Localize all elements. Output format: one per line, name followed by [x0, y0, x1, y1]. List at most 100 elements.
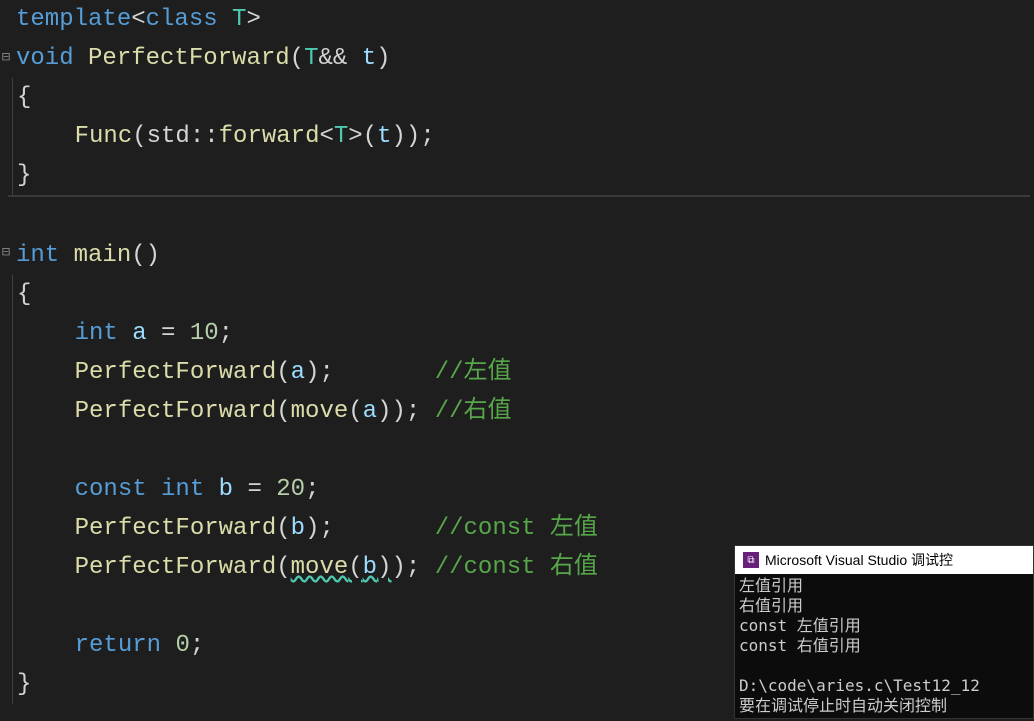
paren: ( — [348, 554, 362, 581]
debug-console-window[interactable]: ⧉ Microsoft Visual Studio 调试控 左值引用右值引用co… — [734, 545, 1034, 719]
indent — [17, 632, 75, 659]
variable: t — [362, 45, 376, 72]
console-line: 要在调试停止时自动关闭控制 — [739, 696, 1029, 716]
paren: ) — [376, 45, 390, 72]
number-literal: 0 — [175, 632, 189, 659]
semicolon: ; — [190, 632, 204, 659]
function-call: PerfectForward — [75, 398, 277, 425]
comment: //左值 — [435, 359, 512, 386]
fold-spacer — [0, 0, 12, 39]
number-literal: 10 — [190, 320, 219, 347]
paren: ( — [132, 123, 146, 150]
console-line: D:\code\aries.c\Test12_12 — [739, 676, 1029, 696]
brace: } — [17, 671, 31, 698]
console-output[interactable]: 左值引用右值引用const 左值引用const 右值引用 D:\code\ari… — [735, 574, 1033, 718]
variable: b — [291, 515, 305, 542]
operator: = — [147, 320, 190, 347]
code-line[interactable]: int a = 10; — [12, 314, 1034, 353]
angle-bracket: < — [131, 6, 145, 33]
paren: ) — [305, 359, 319, 386]
padding — [334, 359, 435, 386]
function-call: forward — [219, 123, 320, 150]
fold-gutter: ⊟ ⊟ — [0, 0, 12, 721]
paren: ) — [391, 398, 405, 425]
brace: } — [17, 162, 31, 189]
keyword-void: void — [16, 45, 74, 72]
function-name: PerfectForward — [88, 45, 290, 72]
console-line: const 左值引用 — [739, 616, 1029, 636]
fold-toggle-icon[interactable]: ⊟ — [0, 234, 12, 273]
angle-bracket: > — [246, 6, 260, 33]
comment: //右值 — [435, 398, 512, 425]
scope-operator: :: — [190, 123, 219, 150]
indent — [17, 554, 75, 581]
code-line[interactable]: template<class T> — [12, 0, 1034, 39]
paren: ( — [290, 45, 304, 72]
code-line[interactable]: } — [12, 156, 1034, 195]
fold-toggle-icon[interactable]: ⊟ — [0, 39, 12, 78]
paren: ) — [392, 123, 406, 150]
angle-bracket: < — [319, 123, 333, 150]
paren: ) — [406, 123, 420, 150]
code-line[interactable]: PerfectForward(a); //左值 — [12, 353, 1034, 392]
code-line[interactable]: PerfectForward(move(a)); //右值 — [12, 392, 1034, 431]
paren: ) — [391, 554, 405, 581]
semicolon: ; — [319, 359, 333, 386]
fold-spacer — [0, 156, 12, 195]
console-titlebar[interactable]: ⧉ Microsoft Visual Studio 调试控 — [735, 546, 1033, 574]
indent — [17, 476, 75, 503]
code-line[interactable]: Func(std::forward<T>(t)); — [12, 117, 1034, 156]
variable: a — [132, 320, 146, 347]
function-call: move — [291, 398, 349, 425]
function-call: PerfectForward — [75, 515, 277, 542]
type-param: T — [304, 45, 318, 72]
paren: ( — [363, 123, 377, 150]
semicolon: ; — [406, 398, 420, 425]
paren: () — [131, 242, 160, 269]
code-line[interactable] — [12, 197, 1034, 236]
type-param: T — [232, 6, 246, 33]
code-line[interactable] — [12, 431, 1034, 470]
comment: //const 右值 — [435, 554, 598, 581]
semicolon: ; — [406, 554, 420, 581]
console-line: 左值引用 — [739, 576, 1029, 596]
comment: //const 左值 — [435, 515, 598, 542]
code-line[interactable]: int main() — [12, 236, 1034, 275]
variable: b — [363, 554, 377, 581]
variable: a — [363, 398, 377, 425]
paren: ( — [276, 398, 290, 425]
function-name: main — [74, 242, 132, 269]
semicolon: ; — [319, 515, 333, 542]
indent — [17, 123, 75, 150]
paren: ) — [377, 398, 391, 425]
type-param: T — [334, 123, 348, 150]
keyword-template: template — [16, 6, 131, 33]
indent — [17, 515, 75, 542]
keyword-int: int — [16, 242, 59, 269]
function-call-warning: move — [291, 554, 349, 581]
code-line[interactable]: void PerfectForward(T&& t) — [12, 39, 1034, 78]
fold-spacer — [0, 117, 12, 156]
console-line: const 右值引用 — [739, 636, 1029, 656]
function-call: Func — [75, 123, 133, 150]
padding — [334, 515, 435, 542]
vs-icon: ⧉ — [743, 552, 759, 568]
operator: = — [233, 476, 276, 503]
variable: a — [291, 359, 305, 386]
semicolon: ; — [305, 476, 319, 503]
code-line[interactable]: const int b = 20; — [12, 470, 1034, 509]
function-call: PerfectForward — [75, 554, 277, 581]
angle-bracket: > — [348, 123, 362, 150]
keyword-class: class — [146, 6, 218, 33]
code-line[interactable]: { — [12, 78, 1034, 117]
paren: ( — [348, 398, 362, 425]
number-literal: 20 — [276, 476, 305, 503]
paren: ) — [305, 515, 319, 542]
code-line[interactable]: { — [12, 275, 1034, 314]
code-line[interactable]: PerfectForward(b); //const 左值 — [12, 509, 1034, 548]
namespace: std — [147, 123, 190, 150]
brace: { — [17, 84, 31, 111]
paren: ) — [377, 554, 391, 581]
semicolon: ; — [219, 320, 233, 347]
keyword-return: return — [75, 632, 161, 659]
